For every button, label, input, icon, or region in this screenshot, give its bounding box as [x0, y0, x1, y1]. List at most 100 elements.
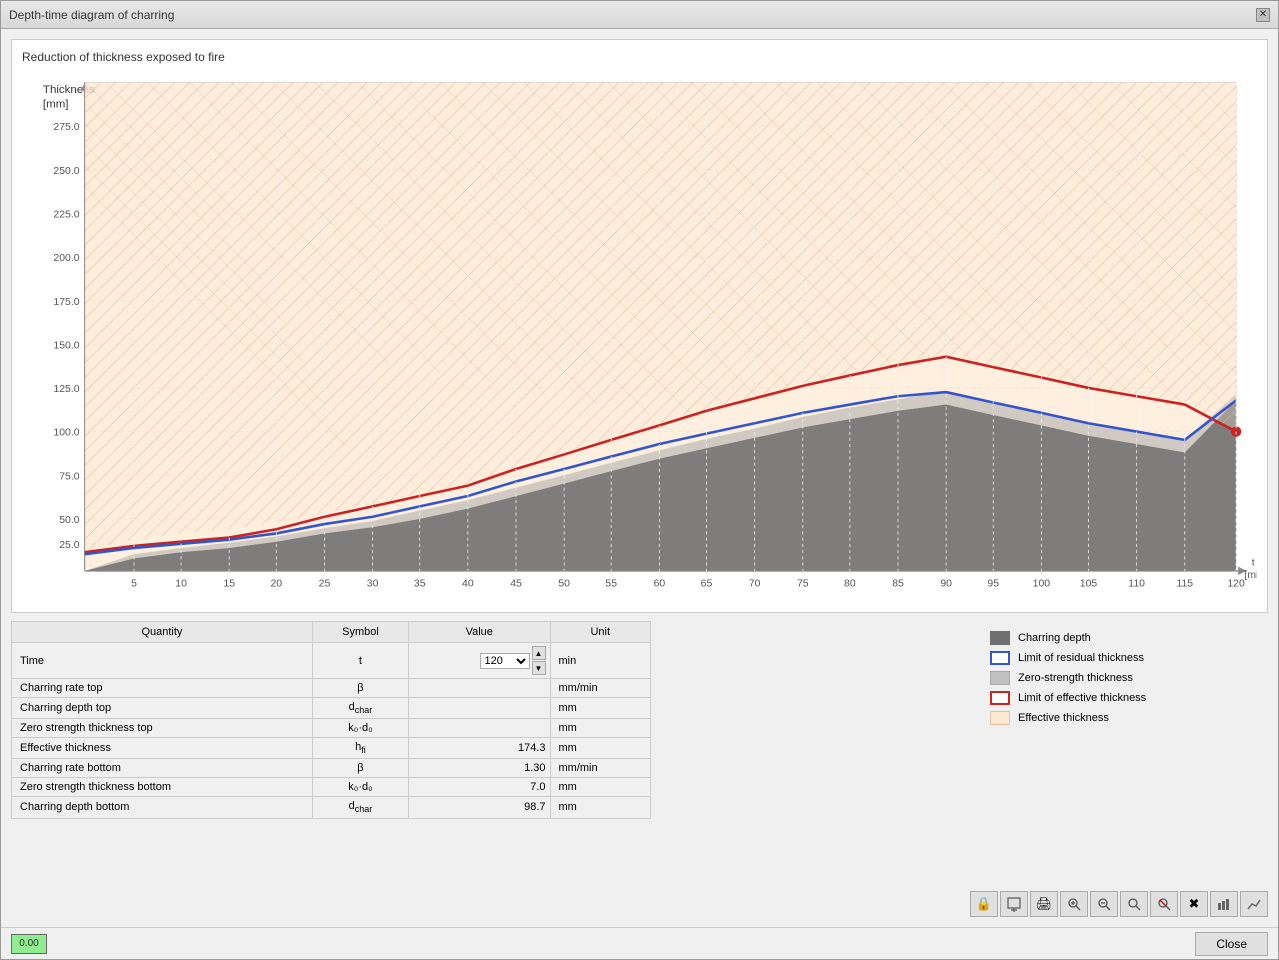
- svg-text:55: 55: [605, 578, 617, 589]
- legend-residual-label: Limit of residual thickness: [1018, 652, 1144, 664]
- col-symbol: Symbol: [312, 622, 408, 643]
- legend-charring-depth: Charring depth: [990, 631, 1268, 645]
- zoom-in-button[interactable]: [1090, 891, 1118, 917]
- svg-text:40: 40: [462, 578, 474, 589]
- svg-text:75.0: 75.0: [59, 471, 80, 482]
- row-zero-bottom-label: Zero strength thickness bottom: [12, 778, 313, 797]
- row-time-value: 120 60 90 30 ▲ ▼: [409, 643, 550, 679]
- svg-text:10: 10: [175, 578, 187, 589]
- svg-text:200.0: 200.0: [53, 253, 79, 264]
- chart-container: Thickness [mm] 275.0 250.0 225.0: [22, 72, 1257, 602]
- row-effective-unit: mm: [550, 738, 651, 759]
- table-row: Charring rate bottom β 1.30 mm/min: [12, 759, 651, 778]
- window-title: Depth-time diagram of charring: [9, 8, 174, 22]
- table-row: Zero strength thickness bottom k₀·d₀ 7.0…: [12, 778, 651, 797]
- row-depth-top-symbol: dchar: [312, 698, 408, 719]
- svg-text:45: 45: [510, 578, 522, 589]
- legend-zero-strength-label: Zero-strength thickness: [1018, 672, 1133, 684]
- row-zero-top-label: Zero strength thickness top: [12, 719, 313, 738]
- legend-zero-strength-swatch: [990, 671, 1010, 685]
- row-charring-top-label: Charring rate top: [12, 679, 313, 698]
- legend-effective-limit: Limit of effective thickness: [990, 691, 1268, 705]
- svg-text:85: 85: [892, 578, 904, 589]
- save-button[interactable]: 🔒: [970, 891, 998, 917]
- row-depth-top-label: Charring depth top: [12, 698, 313, 719]
- svg-text:75: 75: [797, 578, 809, 589]
- legend-effective-limit-label: Limit of effective thickness: [1018, 692, 1146, 704]
- row-charring-bottom-unit: mm/min: [550, 759, 651, 778]
- row-charring-top-unit: mm/min: [550, 679, 651, 698]
- legend-effective-limit-swatch: [990, 691, 1010, 705]
- table-row: Charring depth top dchar mm: [12, 698, 651, 719]
- row-time-symbol: t: [312, 643, 408, 679]
- zoom-fit-button[interactable]: [1060, 891, 1088, 917]
- svg-text:70: 70: [749, 578, 761, 589]
- status-indicator: 0.00: [11, 934, 47, 954]
- time-decrement-button[interactable]: ▼: [532, 661, 546, 675]
- svg-text:15: 15: [223, 578, 235, 589]
- window-close-button[interactable]: ✕: [1256, 8, 1270, 22]
- row-zero-top-symbol: k₀·d₀: [312, 719, 408, 738]
- chart-svg: Thickness [mm] 275.0 250.0 225.0: [22, 72, 1257, 602]
- svg-text:30: 30: [367, 578, 379, 589]
- svg-text:65: 65: [701, 578, 713, 589]
- legend-effective-thickness-swatch: [990, 711, 1010, 725]
- bottom-section: Quantity Symbol Value Unit Time t: [11, 621, 1268, 917]
- table-area: Quantity Symbol Value Unit Time t: [11, 621, 651, 917]
- svg-text:225.0: 225.0: [53, 210, 79, 221]
- legend-zero-strength: Zero-strength thickness: [990, 671, 1268, 685]
- row-depth-top-value: [409, 698, 550, 719]
- svg-text:175.0: 175.0: [53, 297, 79, 308]
- legend-charring-depth-label: Charring depth: [1018, 632, 1091, 644]
- table-row: Charring depth bottom dchar 98.7 mm: [12, 797, 651, 818]
- row-depth-bottom-label: Charring depth bottom: [12, 797, 313, 818]
- zoom-out-button[interactable]: [1120, 891, 1148, 917]
- export-button[interactable]: [1000, 891, 1028, 917]
- title-bar: Depth-time diagram of charring ✕: [1, 1, 1278, 29]
- svg-text:50: 50: [558, 578, 570, 589]
- svg-text:t: t: [1252, 558, 1255, 569]
- row-zero-bottom-symbol: k₀·d₀: [312, 778, 408, 797]
- svg-text:25.0: 25.0: [59, 540, 80, 551]
- chart-title: Reduction of thickness exposed to fire: [22, 50, 1257, 64]
- row-charring-top-symbol: β: [312, 679, 408, 698]
- svg-text:60: 60: [654, 578, 666, 589]
- status-bar: 0.00 Close: [1, 927, 1278, 959]
- status-value: 0.00: [19, 938, 38, 949]
- data-table: Quantity Symbol Value Unit Time t: [11, 621, 651, 819]
- svg-text:[mm]: [mm]: [43, 98, 69, 110]
- zoom-reset-button[interactable]: [1150, 891, 1178, 917]
- time-increment-button[interactable]: ▲: [532, 646, 546, 660]
- legend-effective-thickness: Effective thickness: [990, 711, 1268, 725]
- svg-text:90: 90: [940, 578, 952, 589]
- svg-text:275.0: 275.0: [53, 122, 79, 133]
- svg-text:80: 80: [844, 578, 856, 589]
- bar-chart-button[interactable]: [1210, 891, 1238, 917]
- cursor-button[interactable]: ✖: [1180, 891, 1208, 917]
- time-select[interactable]: 120 60 90 30: [480, 653, 530, 669]
- svg-text:50.0: 50.0: [59, 515, 80, 526]
- legend-area: Charring depth Limit of residual thickne…: [970, 621, 1268, 883]
- row-effective-value: 174.3: [409, 738, 550, 759]
- svg-text:[min]: [min]: [1244, 570, 1257, 581]
- row-depth-bottom-value: 98.7: [409, 797, 550, 818]
- row-effective-symbol: hfi: [312, 738, 408, 759]
- col-quantity: Quantity: [12, 622, 313, 643]
- svg-text:5: 5: [131, 578, 137, 589]
- svg-text:115: 115: [1176, 578, 1193, 589]
- svg-text:95: 95: [987, 578, 999, 589]
- row-zero-top-unit: mm: [550, 719, 651, 738]
- line-chart-button[interactable]: [1240, 891, 1268, 917]
- row-depth-bottom-unit: mm: [550, 797, 651, 818]
- legend-residual-swatch: [990, 651, 1010, 665]
- print-button[interactable]: 🖨: [1030, 891, 1058, 917]
- main-window: Depth-time diagram of charring ✕ Reducti…: [0, 0, 1279, 960]
- table-row: Time t 120 60 90 30: [12, 643, 651, 679]
- table-row: Charring rate top β mm/min: [12, 679, 651, 698]
- legend-effective-thickness-label: Effective thickness: [1018, 712, 1109, 724]
- close-button[interactable]: Close: [1195, 932, 1268, 956]
- table-row: Zero strength thickness top k₀·d₀ mm: [12, 719, 651, 738]
- svg-text:100: 100: [1033, 578, 1051, 589]
- row-zero-bottom-unit: mm: [550, 778, 651, 797]
- main-content: Reduction of thickness exposed to fire: [1, 29, 1278, 927]
